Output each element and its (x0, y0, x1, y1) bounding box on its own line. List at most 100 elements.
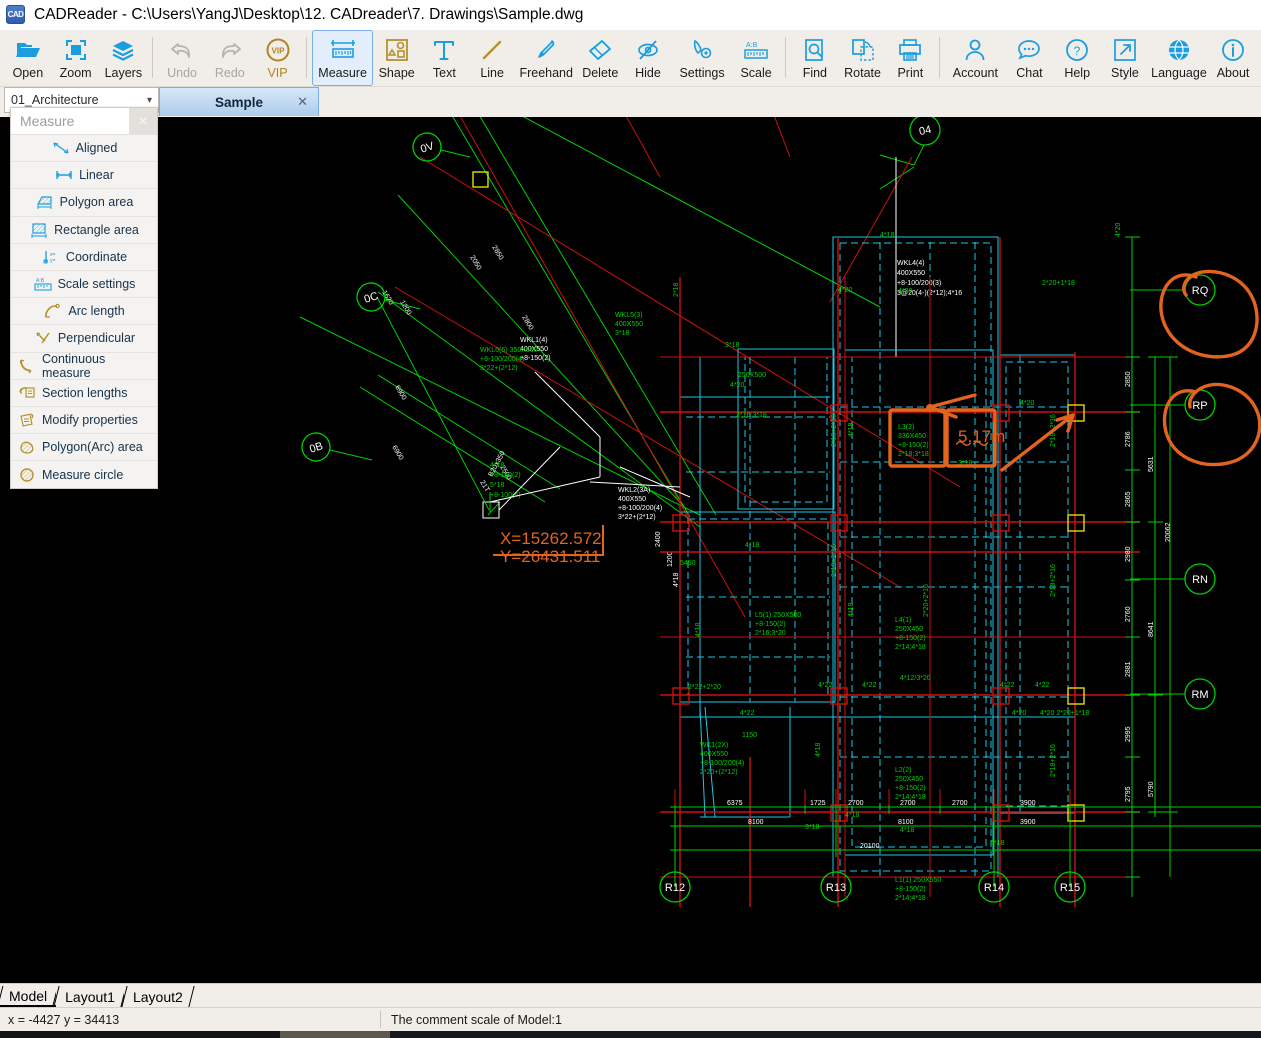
toolbar-button-style[interactable]: Style (1101, 30, 1149, 86)
section-lengths-icon (17, 384, 37, 402)
layout-tab-layout1[interactable]: Layout1 (56, 986, 124, 1007)
svg-text:+8-150(2): +8-150(2) (898, 442, 929, 449)
measure-item-polygon-arc-area[interactable]: Polygon(Arc) area (11, 434, 157, 462)
svg-text:5450: 5450 (680, 560, 696, 567)
polygon-arc-area-icon (17, 438, 37, 456)
toolbar-button-about[interactable]: About (1209, 30, 1257, 86)
measure-item-linear[interactable]: Linear (11, 162, 157, 190)
svg-text:WKL5(3): WKL5(3) (615, 312, 643, 319)
toolbar-button-language[interactable]: Language (1149, 30, 1209, 86)
svg-text:2*18+2*16: 2*18+2*16 (1050, 744, 1057, 777)
measure-item-modify-properties[interactable]: Modify properties (11, 407, 157, 435)
toolbar-button-freehand[interactable]: Freehand (516, 30, 576, 86)
measure-item-polygon-area[interactable]: Polygon area (11, 189, 157, 217)
svg-text:R15: R15 (1060, 882, 1080, 894)
info-circle-icon (1218, 36, 1248, 64)
measure-ruler-icon (328, 36, 358, 64)
measure-item-perpendicular[interactable]: Perpendicular (11, 325, 157, 353)
toolbar-button-zoom[interactable]: Zoom (52, 30, 100, 86)
svg-text:2881: 2881 (1125, 661, 1132, 677)
svg-text:2850: 2850 (1125, 371, 1132, 387)
vip-badge-icon: VIP (263, 36, 293, 64)
svg-text:4*18: 4*18 (845, 812, 860, 819)
svg-text:+8-150(2): +8-150(2) (895, 886, 926, 893)
measure-item-rectangle-area[interactable]: Rectangle area (11, 217, 157, 244)
svg-text:250X450: 250X450 (895, 626, 923, 633)
toolbar-button-scale[interactable]: A:B Scale (732, 30, 780, 86)
svg-text:2700: 2700 (900, 800, 916, 807)
measure-item-continuous-measure[interactable]: Continuous measure (11, 352, 157, 380)
toolbar-button-vip[interactable]: VIP VIP (254, 30, 302, 86)
svg-text:21T: 21T (478, 479, 491, 494)
toolbar-separator (784, 37, 786, 78)
close-icon[interactable]: ✕ (297, 94, 308, 110)
toolbar-button-account[interactable]: Account (945, 30, 1005, 86)
toolbar-button-help[interactable]: ? Help (1053, 30, 1101, 86)
svg-text:8100: 8100 (748, 819, 764, 826)
coordinate-x-text: X=15262.572 (500, 529, 602, 548)
toolbar-button-rotate[interactable]: Rotate (839, 30, 887, 86)
measure-panel-title: Measure (20, 113, 75, 129)
measure-item-aligned[interactable]: Aligned (11, 135, 157, 163)
toolbar-button-print[interactable]: Print (886, 30, 934, 86)
document-tab-sample[interactable]: Sample ✕ (159, 87, 319, 116)
toolbar-button-text[interactable]: Text (421, 30, 469, 86)
toolbar-label-line: Line (480, 66, 504, 80)
measure-item-arc-length[interactable]: Arc length (11, 298, 157, 326)
svg-text:250X450: 250X450 (895, 776, 923, 783)
svg-text:4*20: 4*20 (1115, 222, 1122, 237)
svg-text:400X550: 400X550 (897, 270, 925, 277)
svg-text:4*22: 4*22 (862, 682, 877, 689)
svg-text:2980: 2980 (1125, 546, 1132, 562)
svg-text:2*20+(2*12): 2*20+(2*12) (700, 769, 738, 776)
svg-text:〜～: 〜～ (955, 435, 989, 454)
folder-open-icon (13, 36, 43, 64)
toolbar-button-settings[interactable]: Settings (672, 30, 732, 86)
measure-item-coordinate[interactable]: x= y= Coordinate (11, 244, 157, 271)
svg-text:8641: 8641 (1148, 621, 1155, 637)
toolbar-button-redo: Redo (206, 30, 254, 86)
svg-text:R13: R13 (826, 882, 846, 894)
layout-tab-model[interactable]: Model (0, 986, 57, 1007)
svg-text:RP: RP (1192, 400, 1207, 412)
svg-text:4*12/3*20: 4*12/3*20 (900, 675, 931, 682)
svg-text:4*20: 4*20 (838, 287, 853, 294)
toolbar-label-account: Account (952, 66, 998, 80)
toolbar-button-line[interactable]: Line (468, 30, 516, 86)
svg-text:L3(2): L3(2) (898, 424, 914, 431)
undo-arrow-icon (167, 36, 197, 64)
svg-text:+8-100/200(4): +8-100/200(4) (700, 760, 744, 767)
svg-text:1150: 1150 (742, 732, 757, 739)
drawing-canvas[interactable]: .g { stroke:#00d000; fill:none; stroke-w… (0, 117, 1261, 983)
close-icon[interactable]: ✕ (129, 108, 157, 134)
measure-item-scale-settings[interactable]: A:B Scale settings (11, 271, 157, 299)
toolbar-button-layers[interactable]: Layers (99, 30, 147, 86)
svg-text:2050: 2050 (468, 254, 482, 271)
measure-item-section-lengths[interactable]: Section lengths (11, 380, 157, 407)
tab-strip: 01_Architecture ▾ Sample ✕ (0, 87, 1261, 117)
measure-item-label: Modify properties (42, 412, 138, 427)
svg-text:20100: 20100 (860, 843, 880, 850)
toolbar-button-find[interactable]: Find (791, 30, 839, 86)
svg-text:4*18: 4*18 (673, 572, 680, 587)
svg-text:5*18: 5*18 (490, 482, 505, 489)
svg-text:4*18: 4*18 (880, 232, 895, 239)
svg-text:y=: y= (50, 258, 56, 264)
toolbar-button-open[interactable]: Open (4, 30, 52, 86)
toolbar-button-chat[interactable]: Chat (1006, 30, 1054, 86)
toolbar-label-redo: Redo (214, 66, 245, 80)
svg-text:4*18: 4*18 (848, 422, 855, 437)
measure-item-measure-circle[interactable]: Measure circle (11, 461, 157, 488)
layout-tab-layout2[interactable]: Layout2 (123, 986, 192, 1007)
svg-text:2*18+2*16: 2*18+2*16 (831, 414, 838, 447)
toolbar-label-about: About (1216, 66, 1250, 80)
svg-text:3*18: 3*18 (725, 342, 740, 349)
svg-text:2850: 2850 (490, 244, 504, 261)
svg-text:+8-100(4): +8-100(4) (490, 492, 521, 499)
toolbar-button-delete[interactable]: Delete (576, 30, 624, 86)
toolbar-button-measure[interactable]: Measure (312, 30, 373, 86)
toolbar-button-shape[interactable]: Shape (373, 30, 421, 86)
svg-text:2*22+2*20: 2*22+2*20 (688, 684, 721, 691)
toolbar-label-find: Find (802, 66, 828, 80)
toolbar-button-hide[interactable]: Hide (624, 30, 672, 86)
